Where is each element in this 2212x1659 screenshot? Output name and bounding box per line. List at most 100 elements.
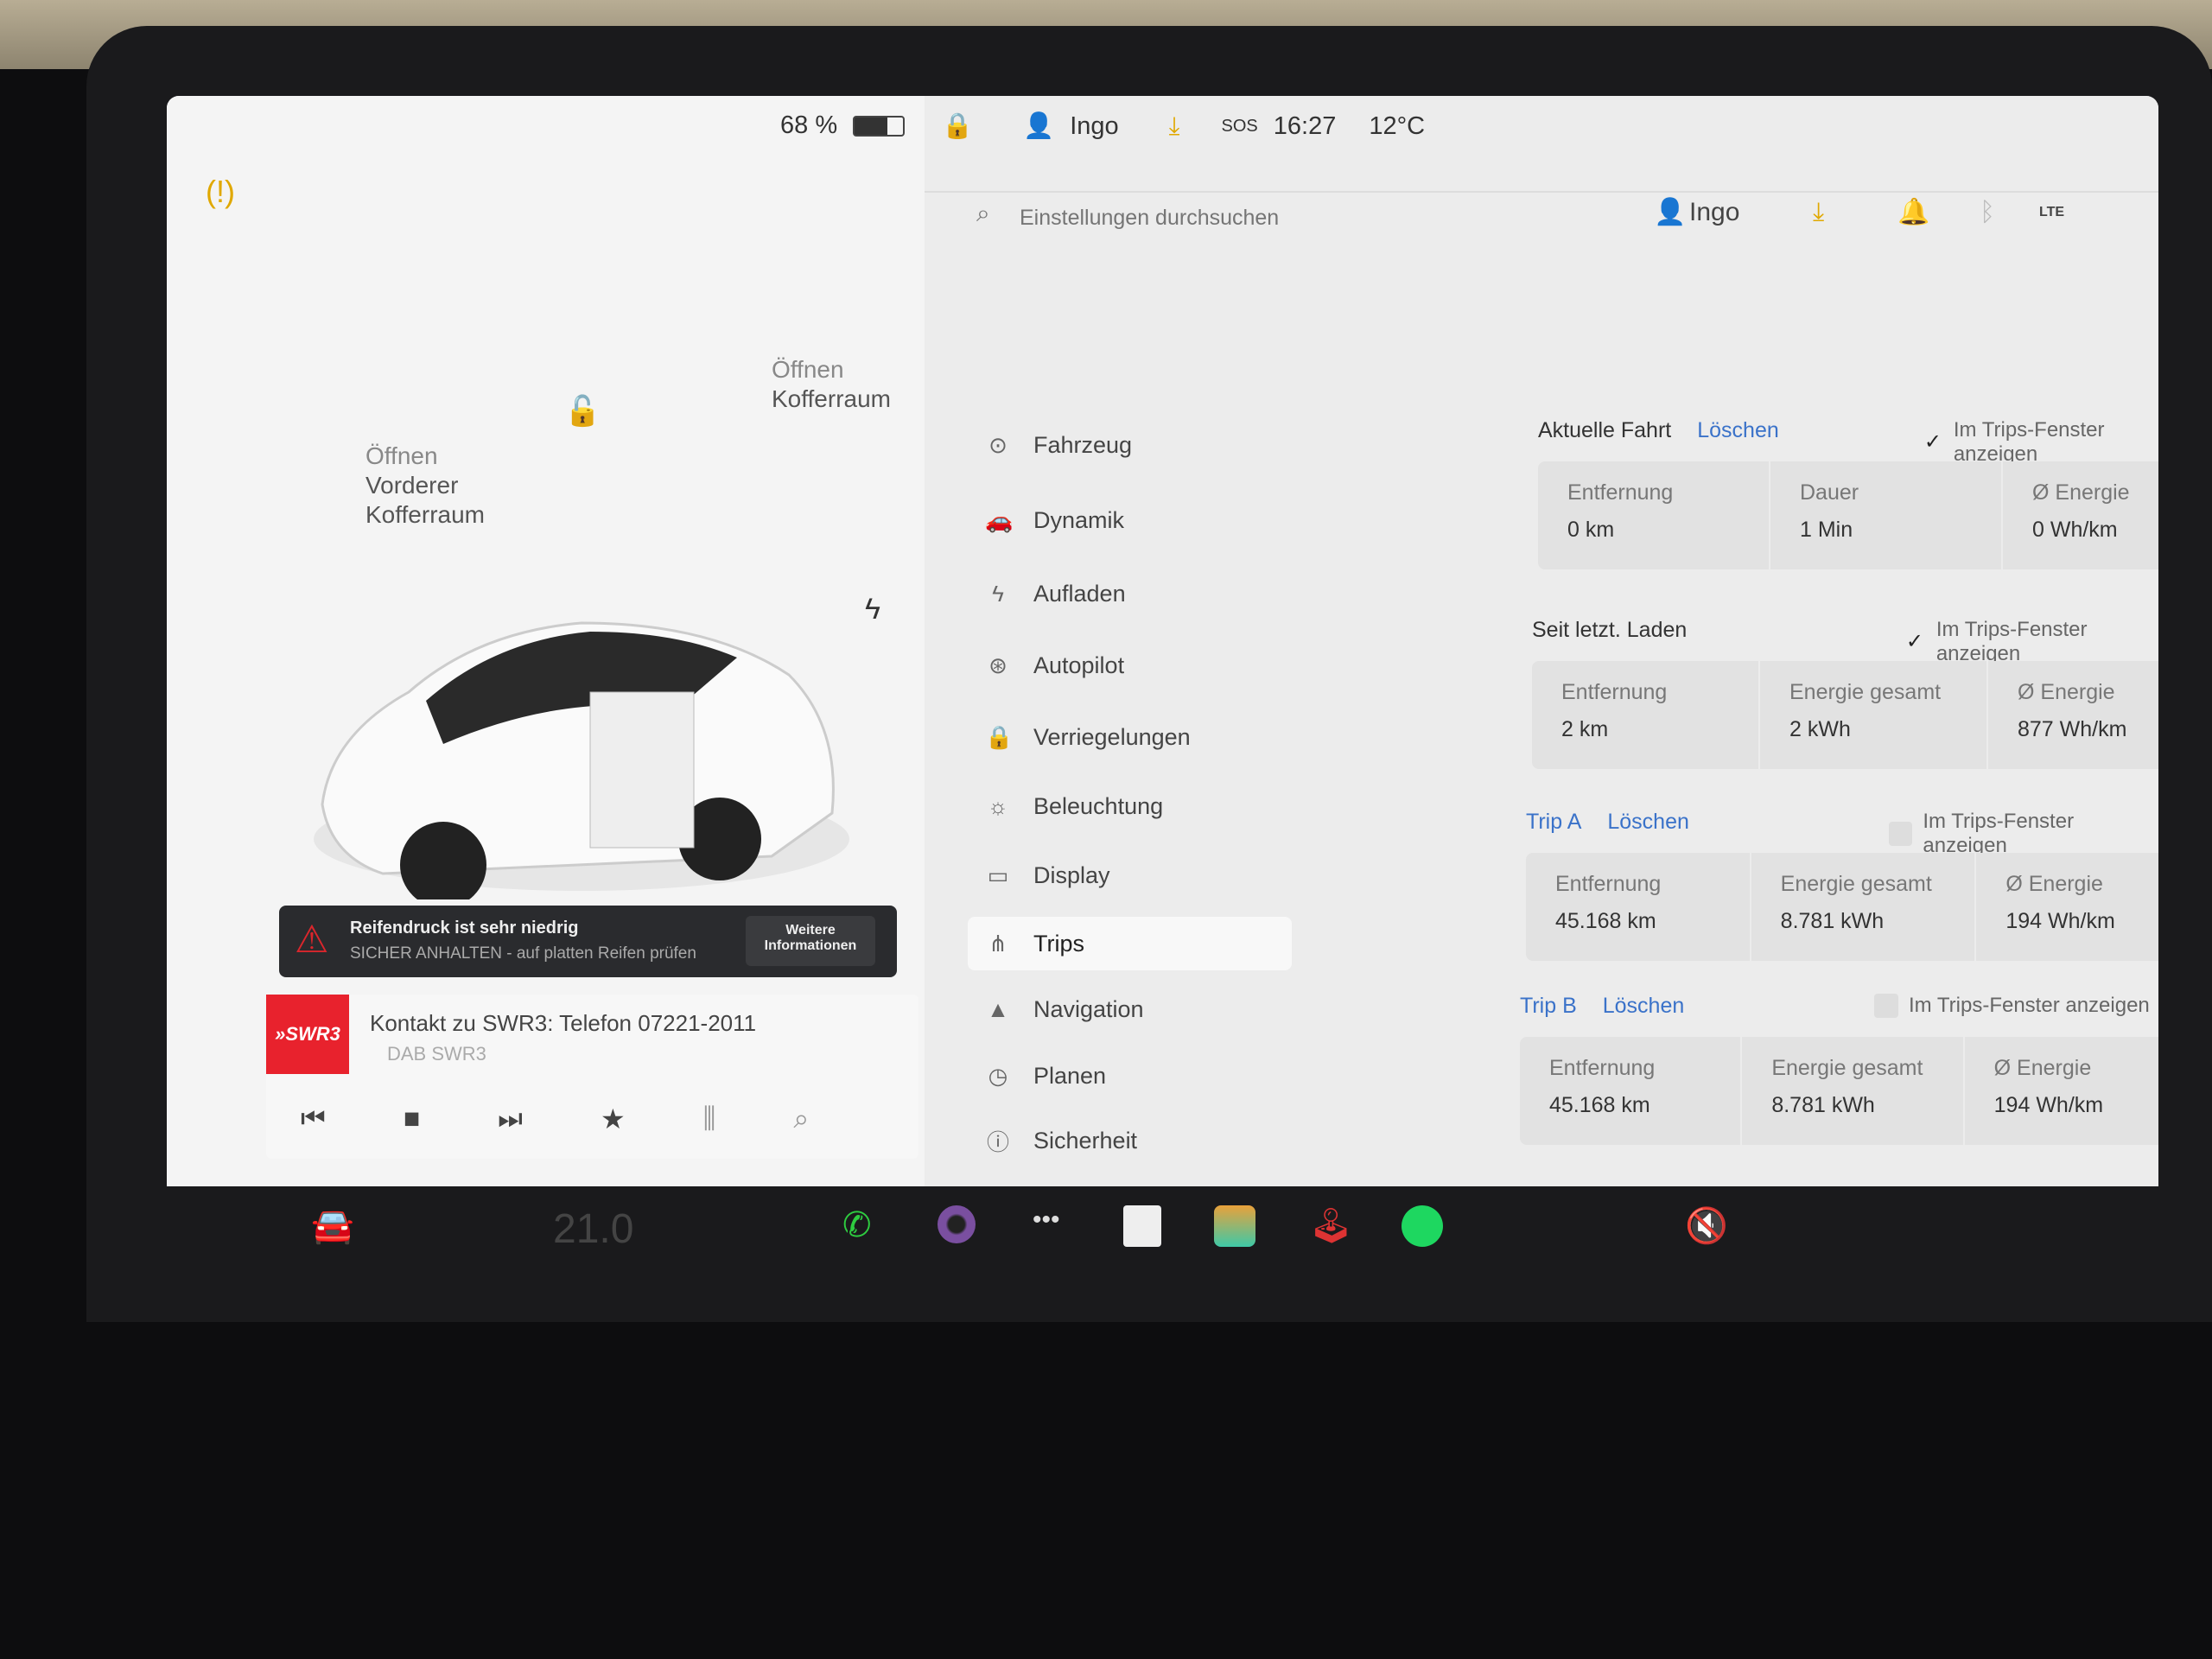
nav-item-trips[interactable]: ⋔ Trips: [968, 917, 1292, 970]
stat-cell: Entfernung 2 km: [1532, 661, 1760, 769]
stop-icon[interactable]: ■: [404, 1103, 420, 1135]
nav-item-aufladen[interactable]: ϟ Aufladen: [968, 567, 1292, 620]
nav-item-verriegelungen[interactable]: 🔒 Verriegelungen: [968, 710, 1292, 764]
download-icon[interactable]: ⤓: [1169, 112, 1180, 141]
nav-item-navigation[interactable]: ▲ Navigation: [968, 982, 1292, 1036]
clear-trip_a-button[interactable]: Löschen: [1607, 810, 1689, 835]
stat-label: Energie gesamt: [1789, 680, 1942, 704]
search-icon[interactable]: ⌕: [793, 1103, 809, 1135]
clock-icon: ◷: [988, 1062, 1008, 1089]
toybox-icon[interactable]: [1214, 1205, 1255, 1247]
phone-icon[interactable]: ✆: [842, 1205, 872, 1245]
section-title: Trip B: [1520, 994, 1577, 1018]
section-title: Trip A: [1526, 810, 1582, 834]
stat-label: Energie gesamt: [1771, 1056, 1923, 1080]
stat-cell: Energie gesamt 8.781 kWh: [1742, 1037, 1965, 1145]
car-icon: 🚗: [985, 506, 1014, 533]
nav-item-sicherheit[interactable]: ⓘ Sicherheit: [968, 1114, 1292, 1167]
outside-temp: 12°C: [1369, 111, 1426, 140]
nav-label: Planen: [1033, 1062, 1107, 1089]
calendar-icon[interactable]: [1123, 1205, 1161, 1247]
stat-label: Dauer: [1800, 480, 1859, 505]
track-title: Kontakt zu SWR3: Telefon 07221-2011: [370, 1010, 757, 1036]
temperature-control[interactable]: 21.0: [553, 1205, 633, 1253]
checkbox-label: Im Trips-Fenster anzeigen: [1936, 618, 2088, 665]
stat-label: Entfernung: [1555, 872, 1662, 896]
nav-item-fahrzeug[interactable]: ⊙ Fahrzeug: [968, 418, 1292, 472]
trip_a-stats-card: Entfernung 45.168 km Energie gesamt 8.781 k…: [1526, 853, 2158, 961]
nav-label: Display: [1033, 861, 1110, 888]
trip_a-show-checkbox[interactable]: Im Trips-Fenster anzeigen: [1889, 810, 2158, 858]
mute-volume-icon[interactable]: 🔇: [1685, 1205, 1728, 1246]
nav-item-display[interactable]: ▭ Display: [968, 849, 1292, 902]
more-info-button[interactable]: Weitere Informationen: [746, 916, 875, 966]
next-icon[interactable]: ⏭: [498, 1103, 523, 1135]
stat-cell: Dauer 1 Min: [1770, 461, 2003, 569]
frunk-label-1: Öffnen: [365, 442, 438, 469]
stat-value: 0 km: [1567, 518, 1615, 542]
media-source: DAB SWR3: [387, 1043, 486, 1065]
trip_b-stats-card: Entfernung 45.168 km Energie gesamt 8.781 k…: [1520, 1037, 2158, 1145]
since_charge-show-checkbox[interactable]: ✓ Im Trips-Fenster anzeigen: [1904, 618, 2158, 666]
stat-value: 45.168 km: [1549, 1093, 1650, 1117]
trunk-label-2: Kofferraum: [772, 385, 891, 412]
stat-label: Entfernung: [1561, 680, 1668, 704]
camera-icon[interactable]: [938, 1205, 976, 1243]
nav-label: Navigation: [1033, 995, 1144, 1022]
toggle-icon: ⊙: [988, 431, 1007, 458]
profile-name[interactable]: Ingo: [1689, 195, 1739, 230]
lock-status-icon[interactable]: 🔒: [942, 111, 973, 141]
stat-value: 45.168 km: [1555, 909, 1656, 933]
stat-value: 2 km: [1561, 717, 1609, 741]
previous-icon[interactable]: ⏮: [301, 1103, 326, 1135]
equalizer-icon[interactable]: ⫼: [703, 1103, 716, 1135]
cabin-temperature: 21.0: [553, 1206, 634, 1252]
current-show-checkbox[interactable]: ✓ Im Trips-Fenster anzeigen: [1923, 418, 2158, 467]
clear-trip_b-button[interactable]: Löschen: [1603, 994, 1685, 1019]
charge-port-icon[interactable]: ϟ: [865, 593, 880, 626]
car-icon[interactable]: 🚘: [311, 1205, 354, 1246]
navigation-icon: ▲: [987, 995, 1009, 1022]
favorite-star-icon[interactable]: ★: [601, 1103, 626, 1135]
open-trunk-button[interactable]: Öffnen Kofferraum: [772, 355, 891, 414]
download-icon[interactable]: ⤓: [1813, 195, 1824, 230]
nav-item-beleuchtung[interactable]: ☼ Beleuchtung: [968, 779, 1292, 833]
checkbox-unchecked-icon: [1874, 994, 1898, 1018]
warning-triangle-icon: ⚠: [295, 918, 329, 961]
stat-label: Entfernung: [1549, 1056, 1656, 1080]
tire-pressure-warning-icon: (!): [206, 174, 235, 209]
unlock-icon[interactable]: 🔓: [564, 394, 601, 429]
arcade-joystick-icon[interactable]: 🕹: [1309, 1205, 1353, 1246]
touchscreen: (!) 68 % Öffnen Vorderer Kofferraum Öffn…: [167, 96, 2158, 1186]
more-apps-icon[interactable]: •••: [1033, 1205, 1060, 1235]
since_charge-stats-card: Entfernung 2 km Energie gesamt 2 kWh Ø Energ…: [1532, 661, 2158, 769]
vehicle-panel: (!) 68 % Öffnen Vorderer Kofferraum Öffn…: [167, 96, 925, 1186]
nav-item-planen[interactable]: ◷ Planen: [968, 1049, 1292, 1103]
status-user[interactable]: Ingo: [1070, 112, 1118, 141]
stat-value: 877 Wh/km: [2018, 717, 2127, 741]
bluetooth-icon[interactable]: ᛒ: [1980, 195, 1995, 230]
notification-bell-icon[interactable]: 🔔: [1897, 195, 1929, 230]
settings-search-input[interactable]: [1020, 198, 1452, 238]
clear-current-button[interactable]: Löschen: [1697, 418, 1779, 443]
checkbox-label: Im Trips-Fenster anzeigen: [1909, 994, 2150, 1017]
spotify-icon[interactable]: [1402, 1205, 1443, 1247]
nav-item-service[interactable]: 🔧Service: [968, 1179, 1292, 1186]
stat-label: Energie gesamt: [1780, 872, 1932, 896]
alert-subtitle: SICHER ANHALTEN - auf platten Reifen prü…: [350, 944, 696, 963]
battery-icon: [853, 115, 906, 137]
section-title: Seit letzt. Laden: [1532, 618, 1688, 642]
nav-label: Fahrzeug: [1033, 431, 1133, 458]
stat-value: 8.781 kWh: [1780, 909, 1885, 933]
open-frunk-button[interactable]: Öffnen Vorderer Kofferraum: [365, 442, 485, 530]
alert-title: Reifendruck ist sehr niedrig: [350, 918, 579, 938]
tire-pressure-alert: ⚠ Reifendruck ist sehr niedrig SICHER AN…: [279, 906, 897, 977]
nav-item-dynamik[interactable]: 🚗 Dynamik: [968, 493, 1292, 547]
trip_b-show-checkbox[interactable]: Im Trips-Fenster anzeigen: [1874, 994, 2150, 1018]
nav-item-autopilot[interactable]: ⊛ Autopilot: [968, 639, 1292, 692]
trip_b-header: Trip B Löschen: [1520, 994, 1684, 1019]
sos-icon[interactable]: SOS: [1222, 117, 1258, 137]
stat-value: 2 kWh: [1789, 717, 1851, 741]
checkbox-unchecked-icon: [1889, 822, 1913, 846]
car-image: [314, 621, 849, 899]
